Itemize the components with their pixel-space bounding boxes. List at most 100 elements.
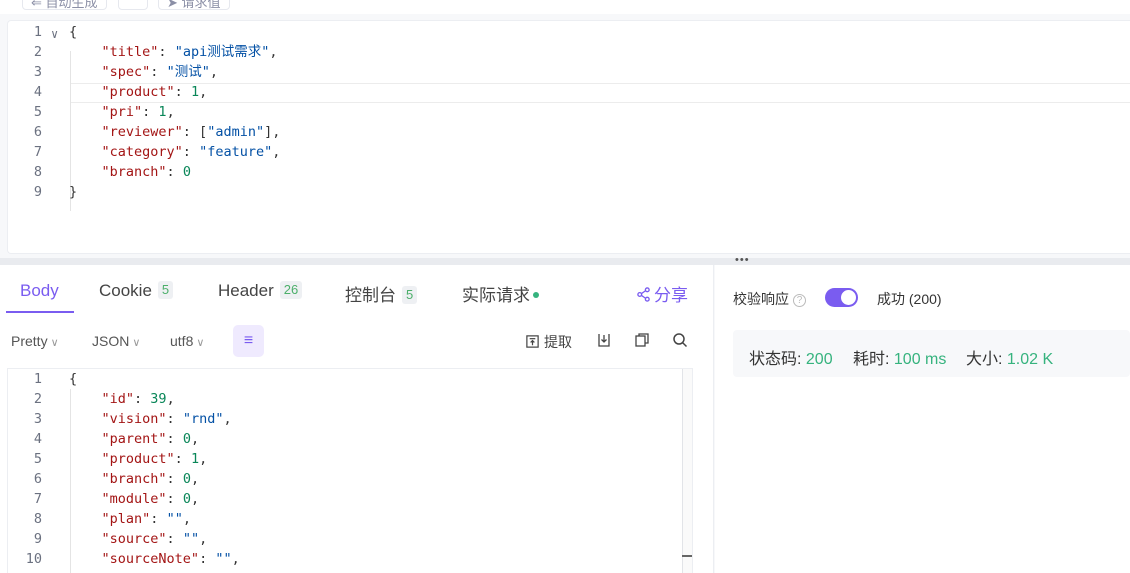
- code-token: "pri": [101, 104, 143, 120]
- code-token: :: [166, 491, 183, 507]
- code-token: "feature": [199, 144, 273, 160]
- auto-generate-button[interactable]: ⇐ 自动生成: [22, 0, 107, 10]
- code-token: "product": [101, 451, 175, 467]
- line-number: 7: [33, 491, 42, 507]
- line-number: 2: [33, 44, 42, 60]
- code-text: "parent": 0,: [69, 429, 200, 449]
- code-token: : [: [182, 124, 208, 140]
- word-wrap-button[interactable]: ≡: [233, 325, 264, 357]
- code-text: "reviewer": ["admin"],: [69, 122, 281, 142]
- tab-header[interactable]: Header 26: [218, 281, 303, 301]
- chevron-down-icon: ∨: [132, 337, 141, 349]
- code-token: ,: [199, 451, 208, 467]
- code-text: "branch": 0,: [69, 469, 200, 489]
- tab-cookie[interactable]: Cookie 5: [99, 281, 174, 301]
- code-token: {: [69, 24, 78, 40]
- code-line: 3 "vision": "rnd",: [8, 409, 692, 429]
- tab-console[interactable]: 控制台 5: [345, 281, 418, 306]
- line-number: 9: [33, 184, 42, 200]
- console-count-badge: 5: [402, 286, 418, 304]
- code-token: :: [166, 411, 183, 427]
- code-token: "测试": [166, 64, 210, 80]
- extract-button[interactable]: 提取: [525, 332, 572, 352]
- encoding-dropdown[interactable]: utf8 ∨: [170, 333, 204, 349]
- code-token: ,: [209, 64, 218, 80]
- format-dropdown[interactable]: Pretty ∨: [11, 333, 59, 349]
- code-token: ,: [199, 531, 208, 547]
- fold-chevron-icon[interactable]: ∨: [51, 24, 58, 44]
- code-token: ,: [190, 491, 200, 507]
- code-token: "id": [101, 391, 135, 407]
- line-number: 3: [33, 64, 42, 80]
- code-token: 0: [182, 491, 191, 507]
- code-token: :: [182, 144, 200, 160]
- code-token: ,: [166, 104, 175, 120]
- type-dropdown[interactable]: JSON ∨: [92, 333, 140, 349]
- code-line: 4 "parent": 0,: [8, 429, 692, 449]
- code-line: 5 "pri": 1,: [8, 102, 1130, 122]
- code-token: :: [158, 44, 175, 60]
- code-token: :: [142, 104, 159, 120]
- tab-body[interactable]: Body: [20, 281, 59, 301]
- code-token: "": [166, 511, 183, 527]
- code-token: "plan": [101, 511, 151, 527]
- line-number: 10: [25, 551, 42, 567]
- format-value: Pretty: [11, 333, 48, 349]
- line-number: 6: [33, 124, 42, 140]
- api-debug-view: ⇐ 自动生成 ➤ 请求值 1 ∨{2 "title": "api测试需求", 3 "…: [0, 0, 1130, 573]
- code-text: "product": 1,: [69, 82, 208, 102]
- code-line: 1 ∨ {: [8, 22, 1130, 42]
- line-number: 8: [33, 511, 42, 527]
- code-token: ,: [223, 411, 232, 427]
- code-text: "source": "",: [69, 529, 208, 549]
- code-text: "vision": "rnd",: [69, 409, 232, 429]
- code-token: 0: [182, 164, 191, 180]
- code-text: "id": 39,: [69, 389, 175, 409]
- validate-response-label: 校验响应?: [733, 289, 806, 309]
- code-text: "branch": 0: [69, 162, 191, 182]
- code-token: :: [166, 531, 183, 547]
- search-button[interactable]: [672, 332, 688, 351]
- request-body-editor[interactable]: 1 ∨{2 "title": "api测试需求", 3 "spec": "测试", 4…: [7, 20, 1130, 254]
- code-line: 10 "sourceNote": "",: [8, 549, 692, 569]
- help-icon[interactable]: ?: [793, 294, 806, 307]
- code-line: 8 "plan": "",: [8, 509, 692, 529]
- code-token: ,: [199, 84, 208, 100]
- type-value: JSON: [92, 333, 130, 349]
- size-stat: 大小: 1.02 K: [966, 345, 1053, 369]
- response-body-viewer[interactable]: 1{2 "id": 39, 3 "vision": "rnd", 4 "parent…: [7, 368, 693, 573]
- code-token: ,: [190, 431, 200, 447]
- download-button[interactable]: [596, 332, 612, 351]
- time-value: 100 ms: [893, 351, 947, 368]
- code-line: 2 "title": "api测试需求",: [8, 42, 1130, 62]
- panel-splitter[interactable]: [0, 258, 1130, 265]
- validate-response-toggle[interactable]: [825, 288, 858, 307]
- code-token: ,: [272, 144, 281, 160]
- code-token: 39: [150, 391, 167, 407]
- code-text: {: [69, 22, 77, 42]
- validate-response-text: 校验响应: [733, 291, 789, 307]
- code-token: :: [150, 511, 167, 527]
- code-token: :: [134, 391, 151, 407]
- more-button[interactable]: [118, 0, 148, 10]
- tab-actual-request[interactable]: 实际请求: [462, 281, 539, 306]
- code-token: }: [69, 184, 78, 200]
- code-token: 0: [182, 431, 191, 447]
- code-token: {: [69, 371, 78, 387]
- request-value-button[interactable]: ➤ 请求值: [158, 0, 230, 10]
- line-number: 4: [33, 431, 42, 447]
- copy-button[interactable]: [634, 332, 650, 351]
- drag-handle-icon[interactable]: •••: [735, 255, 750, 266]
- share-button[interactable]: 分享: [636, 281, 688, 306]
- response-tabs: Body Cookie 5 Header 26 控制台 5 实际请求 分享: [0, 265, 714, 315]
- wrap-lines-icon: ≡: [243, 332, 254, 349]
- code-token: ,: [190, 471, 200, 487]
- cookie-count-badge: 5: [157, 281, 174, 299]
- response-toolbar: Pretty ∨ JSON ∨ utf8 ∨ ≡ 提取: [0, 325, 714, 361]
